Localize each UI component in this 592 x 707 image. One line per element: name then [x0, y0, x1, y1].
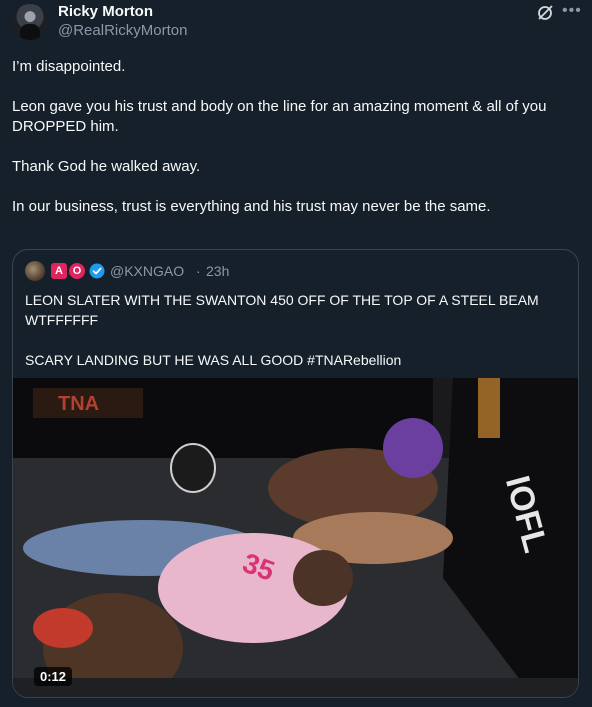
quoted-tweet[interactable]: A O @KXNGAO · 23h LEON SLATER WITH THE S…	[12, 249, 579, 698]
quoted-time: 23h	[206, 263, 230, 279]
author-handle[interactable]: @RealRickyMorton	[58, 22, 187, 39]
tweet-paragraph: Leon gave you his trust and body on the …	[12, 98, 547, 135]
quoted-badge-o: O	[69, 263, 85, 279]
quoted-paragraph: SCARY LANDING BUT HE WAS ALL GOOD #TNARe…	[25, 352, 402, 368]
quoted-badge-a: A	[51, 263, 67, 279]
author-display-name[interactable]: Ricky Morton	[58, 3, 153, 20]
verified-icon	[89, 263, 105, 279]
quoted-separator: ·	[196, 263, 201, 279]
video-player[interactable]: TNA IOFL 35	[13, 378, 578, 697]
quoted-avatar	[25, 261, 45, 281]
video-banner-text: TNA	[58, 393, 99, 415]
quoted-text: LEON SLATER WITH THE SWANTON 450 OFF OF …	[25, 290, 565, 390]
video-duration: 0:12	[34, 667, 73, 686]
quoted-handle: @KXNGAO	[110, 263, 185, 279]
grok-icon[interactable]	[536, 4, 554, 22]
tweet-text: I’m disappointed. Leon gave you his trus…	[12, 57, 577, 237]
tweet-paragraph: Thank God he walked away.	[12, 158, 201, 175]
tweet-paragraph: In our business, trust is everything and…	[12, 198, 491, 215]
author-avatar[interactable]	[12, 4, 48, 40]
quoted-paragraph: LEON SLATER WITH THE SWANTON 450 OFF OF …	[25, 292, 539, 328]
tweet-paragraph: I’m disappointed.	[12, 58, 126, 75]
video-frame: TNA IOFL 35	[13, 378, 578, 697]
more-icon[interactable]: •••	[562, 2, 582, 20]
